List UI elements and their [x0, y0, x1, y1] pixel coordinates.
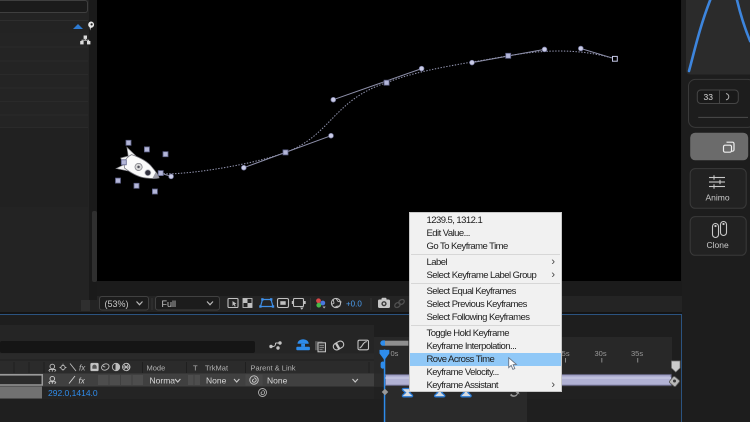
svg-text:Animo: Animo [706, 193, 730, 203]
svg-text:Mode: Mode [147, 364, 166, 373]
svg-text:fx: fx [79, 364, 86, 373]
svg-text:TrkMat: TrkMat [205, 364, 229, 373]
svg-text:T: T [193, 364, 198, 373]
svg-text:Full: Full [161, 299, 176, 309]
svg-text:0s: 0s [391, 349, 399, 358]
svg-text:292.0,1414.0: 292.0,1414.0 [48, 388, 98, 398]
svg-text:33: 33 [704, 92, 714, 102]
svg-text:fx: fx [79, 376, 86, 385]
svg-text:Norma: Norma [150, 376, 176, 386]
svg-text:None: None [267, 376, 288, 386]
svg-text:None: None [206, 376, 227, 386]
svg-text:(53%): (53%) [104, 299, 128, 309]
svg-text:Clone: Clone [707, 240, 729, 250]
svg-text:+0.0: +0.0 [346, 299, 362, 308]
svg-text:Parent & Link: Parent & Link [251, 364, 296, 373]
svg-text:35s: 35s [631, 349, 643, 358]
svg-text:30s: 30s [595, 349, 607, 358]
